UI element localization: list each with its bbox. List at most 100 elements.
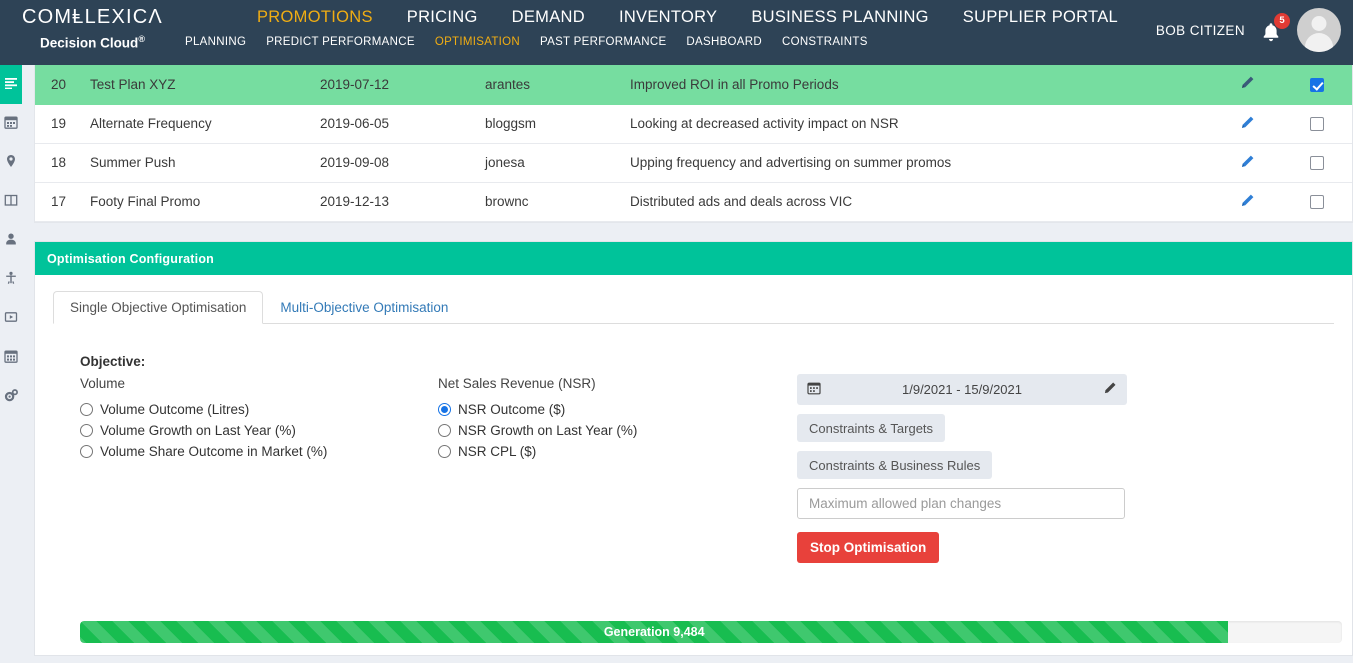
table-row[interactable]: 20 Test Plan XYZ 2019-07-12 arantes Impr… [35,65,1352,104]
radio-label[interactable]: Volume Share Outcome in Market (%) [100,444,327,459]
sidebar-item-settings[interactable] [0,377,22,416]
submenu-item-optimisation[interactable]: OPTIMISATION [425,36,530,48]
progress-bar-fill: Generation 9,484 [80,621,1228,643]
plans-table-card: 20 Test Plan XYZ 2019-07-12 arantes Impr… [34,65,1353,223]
optimisation-configuration-title: Optimisation Configuration [35,242,1352,275]
radio-button-icon[interactable] [80,445,93,458]
radio-label[interactable]: NSR Outcome ($) [458,402,565,417]
main-content: 20 Test Plan XYZ 2019-07-12 arantes Impr… [22,65,1353,663]
constraints-business-rules-button[interactable]: Constraints & Business Rules [797,451,992,479]
radio-volume-outcome[interactable]: Volume Outcome (Litres) [80,399,440,420]
objective-heading: Objective: [80,354,1336,369]
sidebar-item-columns[interactable] [0,182,22,221]
cell-description: Looking at decreased activity impact on … [630,104,1212,143]
cell-select [1282,143,1352,182]
edit-pencil-icon[interactable] [1103,381,1117,398]
menu-item-promotions[interactable]: PROMOTIONS [240,8,390,27]
radio-nsr-outcome[interactable]: NSR Outcome ($) [438,399,798,420]
cell-edit [1212,104,1282,143]
row-checkbox[interactable] [1310,195,1324,209]
constraints-targets-button[interactable]: Constraints & Targets [797,414,945,442]
person-icon [4,271,18,288]
volume-objective-group: Volume Volume Outcome (Litres) Volume Gr… [80,376,440,462]
table-row[interactable]: 17 Footy Final Promo 2019-12-13 brownc D… [35,182,1352,221]
menu-item-pricing[interactable]: PRICING [390,8,495,27]
nsr-objective-group: Net Sales Revenue (NSR) NSR Outcome ($) … [438,376,798,462]
stop-optimisation-button[interactable]: Stop Optimisation [797,532,939,563]
radio-label[interactable]: NSR Growth on Last Year (%) [458,423,637,438]
notification-badge: 5 [1274,13,1290,29]
cell-description: Upping frequency and advertising on summ… [630,143,1212,182]
avatar[interactable] [1297,8,1341,52]
submenu-item-planning[interactable]: PLANNING [175,36,256,48]
cell-edit [1212,182,1282,221]
progress-bar-label: Generation 9,484 [604,625,705,639]
radio-volume-growth[interactable]: Volume Growth on Last Year (%) [80,420,440,441]
menu-item-inventory[interactable]: INVENTORY [602,8,734,27]
edit-pencil-icon[interactable] [1240,154,1255,172]
radio-button-icon[interactable] [80,403,93,416]
radio-nsr-growth[interactable]: NSR Growth on Last Year (%) [438,420,798,441]
cell-id: 20 [35,65,90,104]
tab-single-objective-optimisation[interactable]: Single Objective Optimisation [53,291,263,324]
sidebar-item-location[interactable] [0,143,22,182]
date-range-field[interactable]: 1/9/2021 - 15/9/2021 [797,374,1127,405]
radio-label[interactable]: NSR CPL ($) [458,444,536,459]
submenu-item-dashboard[interactable]: DASHBOARD [676,36,772,48]
edit-pencil-icon[interactable] [1240,115,1255,133]
list-icon [4,76,18,93]
notifications-button[interactable]: 5 [1259,15,1283,45]
sidebar-item-user[interactable] [0,221,22,260]
avatar-head [1312,16,1327,31]
row-checkbox[interactable] [1310,78,1324,92]
table-row[interactable]: 19 Alternate Frequency 2019-06-05 bloggs… [35,104,1352,143]
columns-icon [4,193,18,210]
row-checkbox[interactable] [1310,117,1324,131]
sidebar-item-media[interactable] [0,299,22,338]
top-navigation-bar: CΟMⱠLEXICΛ Decision Cloud® PROMOTIONS PR… [0,0,1353,65]
sidebar-item-list[interactable] [0,65,22,104]
single-objective-panel: Objective: Volume Volume Outcome (Litres… [51,324,1336,654]
radio-button-icon[interactable] [438,403,451,416]
plans-table: 20 Test Plan XYZ 2019-07-12 arantes Impr… [35,65,1352,222]
registered-mark: ® [138,34,145,44]
menu-item-demand[interactable]: DEMAND [495,8,602,27]
cell-select [1282,65,1352,104]
cell-plan-name: Test Plan XYZ [90,65,320,104]
cell-edit [1212,65,1282,104]
radio-label[interactable]: Volume Growth on Last Year (%) [100,423,296,438]
sidebar-item-schedule[interactable] [0,338,22,377]
tab-multi-objective-optimisation[interactable]: Multi-Objective Optimisation [263,291,465,324]
menu-item-business-planning[interactable]: BUSINESS PLANNING [734,8,945,27]
row-checkbox[interactable] [1310,156,1324,170]
cell-date: 2019-06-05 [320,104,485,143]
menu-item-supplier-portal[interactable]: SUPPLIER PORTAL [946,8,1135,27]
edit-pencil-icon[interactable] [1240,75,1255,93]
sidebar-item-person[interactable] [0,260,22,299]
product-name: Decision Cloud® [10,32,175,51]
cell-plan-name: Summer Push [90,143,320,182]
max-plan-changes-input[interactable] [797,488,1125,519]
table-row[interactable]: 18 Summer Push 2019-09-08 jonesa Upping … [35,143,1352,182]
radio-label[interactable]: Volume Outcome (Litres) [100,402,249,417]
brand-logo-block[interactable]: CΟMⱠLEXICΛ Decision Cloud® [10,7,175,51]
radio-nsr-cpl[interactable]: NSR CPL ($) [438,441,798,462]
video-icon [4,310,18,327]
radio-button-icon[interactable] [438,424,451,437]
submenu-item-constraints[interactable]: CONSTRAINTS [772,36,878,48]
sidebar-item-calendar[interactable] [0,104,22,143]
cell-plan-name: Footy Final Promo [90,182,320,221]
submenu-item-predict-performance[interactable]: PREDICT PERFORMANCE [256,36,425,48]
cell-edit [1212,143,1282,182]
cell-id: 19 [35,104,90,143]
submenu-item-past-performance[interactable]: PAST PERFORMANCE [530,36,676,48]
radio-button-icon[interactable] [80,424,93,437]
user-area: BOB CITIZEN 5 [1156,8,1341,52]
nsr-group-label: Net Sales Revenue (NSR) [438,376,798,391]
radio-button-icon[interactable] [438,445,451,458]
cell-user: bloggsm [485,104,630,143]
edit-pencil-icon[interactable] [1240,193,1255,211]
cell-user: arantes [485,65,630,104]
sub-menu: PLANNING PREDICT PERFORMANCE OPTIMISATIO… [175,36,878,48]
radio-volume-share[interactable]: Volume Share Outcome in Market (%) [80,441,440,462]
